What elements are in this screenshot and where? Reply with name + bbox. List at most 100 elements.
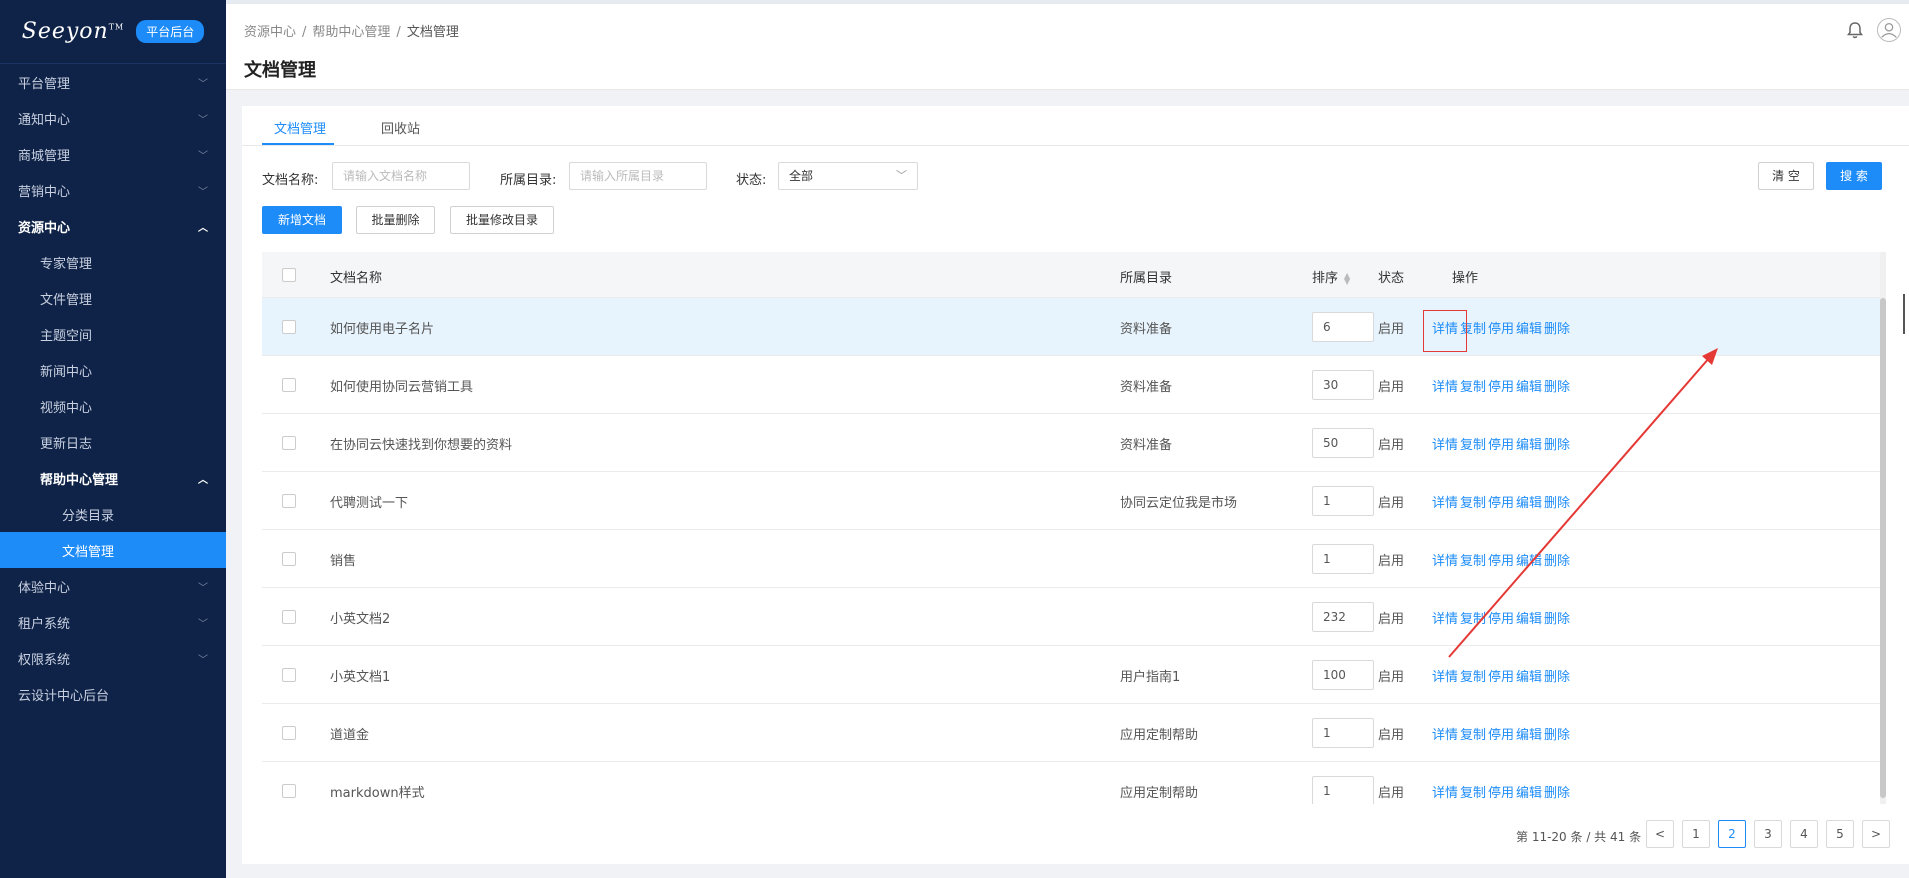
detail-link[interactable]: 详情 (1432, 782, 1458, 801)
delete-link[interactable]: 删除 (1544, 492, 1570, 511)
delete-link[interactable]: 删除 (1544, 782, 1570, 801)
order-input[interactable]: 50 (1312, 428, 1374, 458)
sidebar-item-12[interactable]: 分类目录 (0, 496, 226, 532)
tab-document-management[interactable]: 文档管理 (274, 118, 326, 137)
sidebar-item-14[interactable]: 体验中心 ﹀ (0, 568, 226, 604)
sidebar-item-17[interactable]: 云设计中心后台 (0, 676, 226, 712)
disable-link[interactable]: 停用 (1488, 318, 1514, 337)
sidebar-item-6[interactable]: 文件管理 (0, 280, 226, 316)
edit-link[interactable]: 编辑 (1516, 782, 1542, 801)
disable-link[interactable]: 停用 (1488, 376, 1514, 395)
page-button-1[interactable]: 1 (1682, 820, 1710, 848)
add-document-button[interactable]: 新增文档 (262, 206, 342, 234)
scrollbar-thumb[interactable] (1880, 298, 1886, 798)
edit-link[interactable]: 编辑 (1516, 376, 1542, 395)
order-input[interactable]: 1 (1312, 486, 1374, 516)
delete-link[interactable]: 删除 (1544, 434, 1570, 453)
order-input[interactable]: 100 (1312, 660, 1374, 690)
detail-link[interactable]: 详情 (1432, 608, 1458, 627)
prev-page-button[interactable]: < (1646, 820, 1674, 848)
order-input[interactable]: 6 (1312, 312, 1374, 342)
page-button-2[interactable]: 2 (1718, 820, 1746, 848)
page-button-3[interactable]: 3 (1754, 820, 1782, 848)
edit-link[interactable]: 编辑 (1516, 492, 1542, 511)
row-checkbox[interactable] (282, 668, 296, 682)
delete-link[interactable]: 删除 (1544, 318, 1570, 337)
row-checkbox[interactable] (282, 726, 296, 740)
row-checkbox[interactable] (282, 552, 296, 566)
copy-link[interactable]: 复制 (1460, 376, 1486, 395)
page-button-4[interactable]: 4 (1790, 820, 1818, 848)
order-input[interactable]: 30 (1312, 370, 1374, 400)
edit-link[interactable]: 编辑 (1516, 608, 1542, 627)
copy-link[interactable]: 复制 (1460, 724, 1486, 743)
detail-link[interactable]: 详情 (1432, 724, 1458, 743)
sidebar-item-7[interactable]: 主题空间 (0, 316, 226, 352)
sidebar-item-0[interactable]: 平台管理 ﹀ (0, 64, 226, 100)
copy-link[interactable]: 复制 (1460, 782, 1486, 801)
detail-link[interactable]: 详情 (1432, 434, 1458, 453)
sidebar-item-16[interactable]: 权限系统 ﹀ (0, 640, 226, 676)
delete-link[interactable]: 删除 (1544, 550, 1570, 569)
table-row[interactable]: 小英文档1 用户指南1 100 启用 详情 复制 停用 编辑 删除 (262, 646, 1880, 704)
sidebar-item-10[interactable]: 更新日志 (0, 424, 226, 460)
delete-link[interactable]: 删除 (1544, 666, 1570, 685)
batch-delete-button[interactable]: 批量删除 (356, 206, 435, 234)
table-row[interactable]: 道道金 应用定制帮助 1 启用 详情 复制 停用 编辑 删除 (262, 704, 1880, 762)
page-button-5[interactable]: 5 (1826, 820, 1854, 848)
sidebar-item-8[interactable]: 新闻中心 (0, 352, 226, 388)
table-row[interactable]: 小英文档2 232 启用 详情 复制 停用 编辑 删除 (262, 588, 1880, 646)
disable-link[interactable]: 停用 (1488, 434, 1514, 453)
copy-link[interactable]: 复制 (1460, 608, 1486, 627)
edit-link[interactable]: 编辑 (1516, 724, 1542, 743)
disable-link[interactable]: 停用 (1488, 492, 1514, 511)
detail-link[interactable]: 详情 (1432, 492, 1458, 511)
table-row[interactable]: 在协同云快速找到你想要的资料 资料准备 50 启用 详情 复制 停用 编辑 删除 (262, 414, 1880, 472)
directory-input[interactable]: 请输入所属目录 (569, 162, 707, 190)
copy-link[interactable]: 复制 (1460, 666, 1486, 685)
select-all-checkbox[interactable] (282, 268, 296, 282)
edit-link[interactable]: 编辑 (1516, 318, 1542, 337)
sidebar-item-1[interactable]: 通知中心 ﹀ (0, 100, 226, 136)
sort-icon[interactable]: ▲ ▼ (1344, 271, 1350, 285)
disable-link[interactable]: 停用 (1488, 724, 1514, 743)
search-button[interactable]: 搜 索 (1826, 162, 1882, 190)
order-input[interactable]: 1 (1312, 718, 1374, 748)
status-select[interactable]: 全部 ﹀ (778, 162, 918, 190)
table-scrollbar[interactable] (1880, 252, 1886, 804)
table-row[interactable]: 如何使用协同云营销工具 资料准备 30 启用 详情 复制 停用 编辑 删除 (262, 356, 1880, 414)
batch-move-directory-button[interactable]: 批量修改目录 (450, 206, 554, 234)
sidebar-item-2[interactable]: 商城管理 ﹀ (0, 136, 226, 172)
sidebar-item-5[interactable]: 专家管理 (0, 244, 226, 280)
order-input[interactable]: 1 (1312, 544, 1374, 574)
sidebar-item-13[interactable]: 文档管理 (0, 532, 226, 568)
copy-link[interactable]: 复制 (1460, 434, 1486, 453)
breadcrumb-item-resources[interactable]: 资源中心 (244, 25, 296, 40)
order-input[interactable]: 1 (1312, 776, 1374, 804)
breadcrumb-item-help-center[interactable]: 帮助中心管理 (312, 25, 390, 40)
detail-link[interactable]: 详情 (1432, 666, 1458, 685)
table-row[interactable]: markdown样式 应用定制帮助 1 启用 详情 复制 停用 编辑 删除 (262, 762, 1880, 804)
row-checkbox[interactable] (282, 378, 296, 392)
copy-link[interactable]: 复制 (1460, 492, 1486, 511)
copy-link[interactable]: 复制 (1460, 550, 1486, 569)
row-checkbox[interactable] (282, 320, 296, 334)
order-input[interactable]: 232 (1312, 602, 1374, 632)
disable-link[interactable]: 停用 (1488, 608, 1514, 627)
header-order[interactable]: 排序 ▲ ▼ (1312, 267, 1350, 286)
sidebar-item-4[interactable]: 资源中心 ︿ (0, 208, 226, 244)
tab-recycle-bin[interactable]: 回收站 (381, 118, 420, 137)
row-checkbox[interactable] (282, 494, 296, 508)
delete-link[interactable]: 删除 (1544, 608, 1570, 627)
clear-button[interactable]: 清 空 (1758, 162, 1814, 190)
table-row[interactable]: 销售 1 启用 详情 复制 停用 编辑 删除 (262, 530, 1880, 588)
table-row[interactable]: 如何使用电子名片 资料准备 6 启用 详情 复制 停用 编辑 删除 (262, 298, 1880, 356)
disable-link[interactable]: 停用 (1488, 666, 1514, 685)
detail-link[interactable]: 详情 (1432, 376, 1458, 395)
avatar-icon[interactable] (1877, 18, 1901, 42)
document-name-input[interactable]: 请输入文档名称 (332, 162, 470, 190)
row-checkbox[interactable] (282, 436, 296, 450)
edit-link[interactable]: 编辑 (1516, 550, 1542, 569)
row-checkbox[interactable] (282, 784, 296, 798)
detail-link[interactable]: 详情 (1432, 550, 1458, 569)
